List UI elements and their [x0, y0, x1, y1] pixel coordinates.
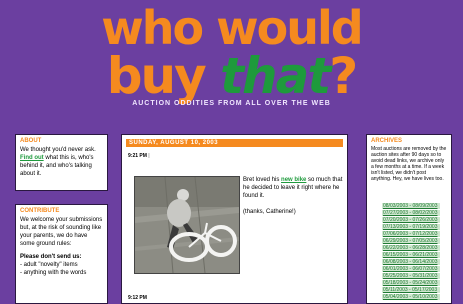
post-timestamp-2[interactable]: 9:12 PM — [128, 295, 147, 301]
bike-photo-image — [135, 177, 239, 273]
archive-link[interactable]: 08/03/2003 - 08/09/2003 — [382, 203, 440, 209]
archives-title: ARCHIVES — [371, 138, 403, 144]
post-time[interactable]: 9:21 PM — [128, 153, 147, 159]
site-logo-line1[interactable]: who would — [0, 4, 463, 52]
post-timestamp[interactable]: 9:21 PM | — [128, 153, 347, 159]
tagline: AUCTION ODDITIES FROM ALL OVER THE WEB — [132, 100, 331, 107]
post-thanks: (thanks, Catherine!) — [243, 209, 296, 215]
archive-link[interactable]: 06/08/2003 - 06/14/2003 — [382, 259, 440, 265]
page: { "logo": {"line1": "who would", "line2_… — [0, 0, 463, 304]
post-body: Bret loved his new bike so much that he … — [243, 176, 343, 216]
archives-box: ARCHIVES Most auctions are removed by th… — [366, 134, 452, 304]
logo-text-that: that — [220, 47, 331, 105]
archive-link[interactable]: 05/25/2003 - 05/31/2003 — [382, 273, 440, 279]
logo-text-buy: buy — [106, 47, 221, 105]
post-photo[interactable] — [134, 176, 240, 274]
archive-link[interactable]: 07/13/2003 - 07/19/2003 — [382, 224, 440, 230]
about-text: We thought you'd never ask. Find out wha… — [16, 146, 107, 178]
about-text-before: We thought you'd never ask. — [20, 147, 96, 153]
about-box: ABOUT We thought you'd never ask. Find o… — [15, 134, 108, 191]
site-logo-line2[interactable]: buy that? — [0, 50, 463, 102]
post-date-header: SUNDAY, AUGUST 10, 2003 — [126, 139, 343, 147]
post-text-before: Bret loved his — [243, 177, 282, 183]
archive-link[interactable]: 07/20/2003 - 07/26/2003 — [382, 217, 440, 223]
archives-text: Most auctions are removed by the auction… — [371, 146, 447, 182]
contribute-item-2: - anything with the words — [20, 270, 87, 276]
archive-link[interactable]: 05/18/2003 - 05/24/2003 — [382, 280, 440, 286]
logo-question-mark: ? — [329, 47, 358, 105]
contribute-box: CONTRIBUTE We welcome your submissions b… — [15, 204, 108, 304]
archives-list: 08/03/2003 - 08/09/2003 07/27/2003 - 08/… — [382, 203, 440, 301]
main-content: SUNDAY, AUGUST 10, 2003 9:21 PM | Bret l… — [121, 134, 348, 304]
timestamp-separator: | — [148, 153, 150, 159]
contribute-item-1: - adult "novelty" items — [20, 262, 78, 268]
archive-link[interactable]: 06/29/2003 - 07/05/2003 — [382, 238, 440, 244]
contribute-text: We welcome your submissions but, at the … — [20, 217, 103, 247]
archive-link[interactable]: 05/04/2003 - 05/10/2003 — [382, 294, 440, 300]
contribute-title: CONTRIBUTE — [20, 208, 60, 214]
archive-link[interactable]: 07/27/2003 - 08/02/2003 — [382, 210, 440, 216]
new-bike-link[interactable]: new bike — [281, 177, 306, 183]
archive-link[interactable]: 06/22/2003 - 06/28/2003 — [382, 245, 440, 251]
archive-link[interactable]: 06/15/2003 - 06/21/2003 — [382, 252, 440, 258]
archive-link[interactable]: 07/06/2003 - 07/12/2003 — [382, 231, 440, 237]
archive-link[interactable]: 05/11/2003 - 05/17/2003 — [382, 287, 440, 293]
about-title: ABOUT — [20, 138, 42, 144]
contribute-subhead: Please don't send us: — [20, 254, 82, 260]
archive-link[interactable]: 06/01/2003 - 06/07/2003 — [382, 266, 440, 272]
find-out-link[interactable]: Find out — [20, 155, 44, 161]
